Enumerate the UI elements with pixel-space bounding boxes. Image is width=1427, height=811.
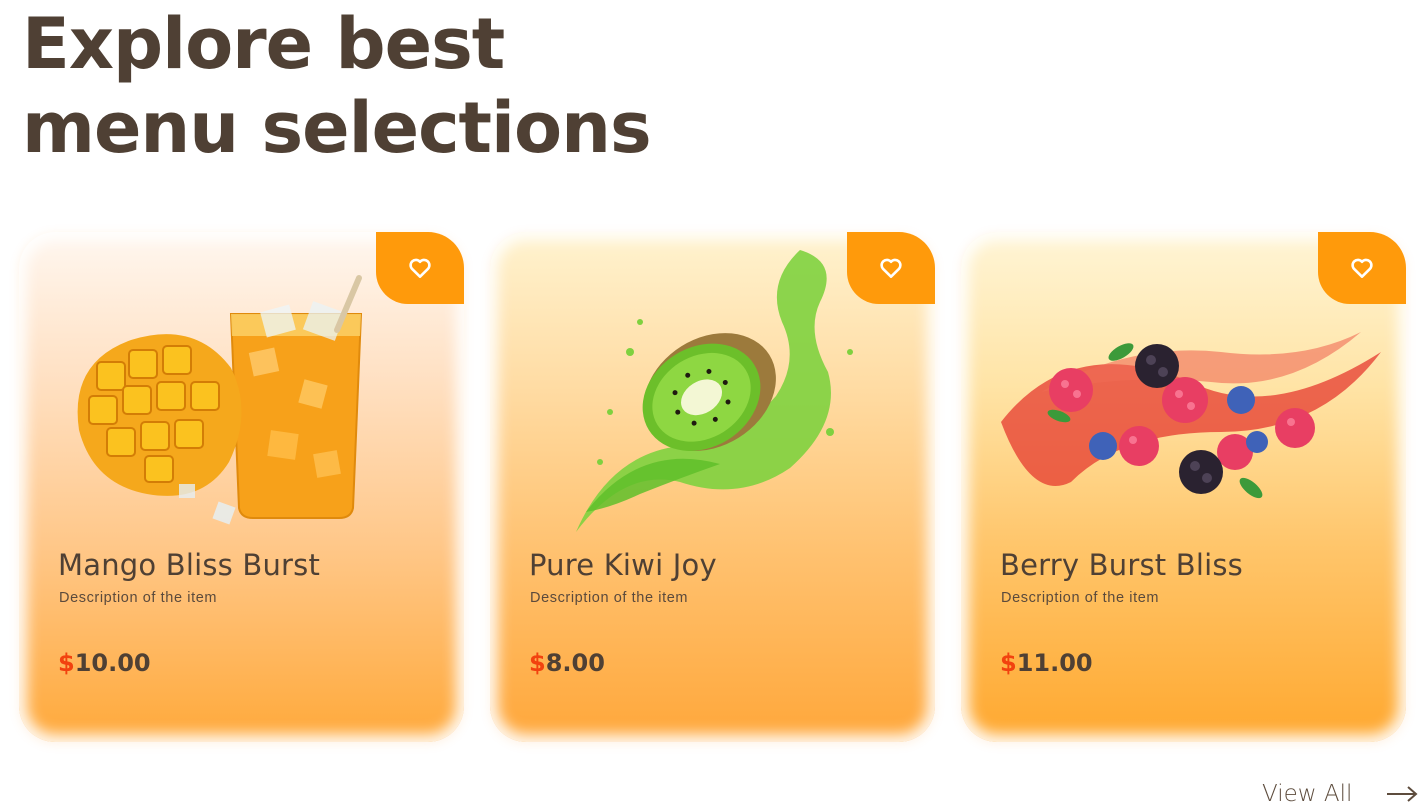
- menu-card-kiwi[interactable]: Pure Kiwi Joy Description of the item $8…: [490, 232, 935, 742]
- favorite-button[interactable]: [847, 232, 935, 304]
- section-title-line-2: menu selections: [22, 87, 652, 169]
- section-title-line-1: Explore best: [22, 3, 505, 85]
- favorite-button[interactable]: [376, 232, 464, 304]
- menu-card-mango[interactable]: Mango Bliss Burst Description of the ite…: [19, 232, 464, 742]
- item-price: $10.00: [58, 649, 151, 677]
- view-all-link[interactable]: View All: [1262, 781, 1418, 807]
- section-title: Explore best menu selections: [22, 2, 652, 170]
- item-description: Description of the item: [59, 590, 218, 606]
- item-price: $11.00: [1000, 649, 1093, 677]
- view-all-label: View All: [1262, 781, 1353, 807]
- item-description: Description of the item: [530, 590, 689, 606]
- heart-icon: [409, 258, 431, 278]
- arrow-right-icon: [1387, 786, 1418, 802]
- item-name: Pure Kiwi Joy: [529, 548, 717, 582]
- price-value: 10.00: [74, 649, 151, 677]
- item-price: $8.00: [529, 649, 605, 677]
- item-name: Berry Burst Bliss: [1000, 548, 1243, 582]
- favorite-button[interactable]: [1318, 232, 1406, 304]
- price-value: 8.00: [545, 649, 605, 677]
- currency-symbol: $: [1000, 649, 1017, 677]
- heart-icon: [880, 258, 902, 278]
- price-value: 11.00: [1016, 649, 1093, 677]
- currency-symbol: $: [529, 649, 546, 677]
- item-name: Mango Bliss Burst: [58, 548, 321, 582]
- menu-card-berry[interactable]: Berry Burst Bliss Description of the ite…: [961, 232, 1406, 742]
- currency-symbol: $: [58, 649, 75, 677]
- item-description: Description of the item: [1001, 590, 1160, 606]
- heart-icon: [1351, 258, 1373, 278]
